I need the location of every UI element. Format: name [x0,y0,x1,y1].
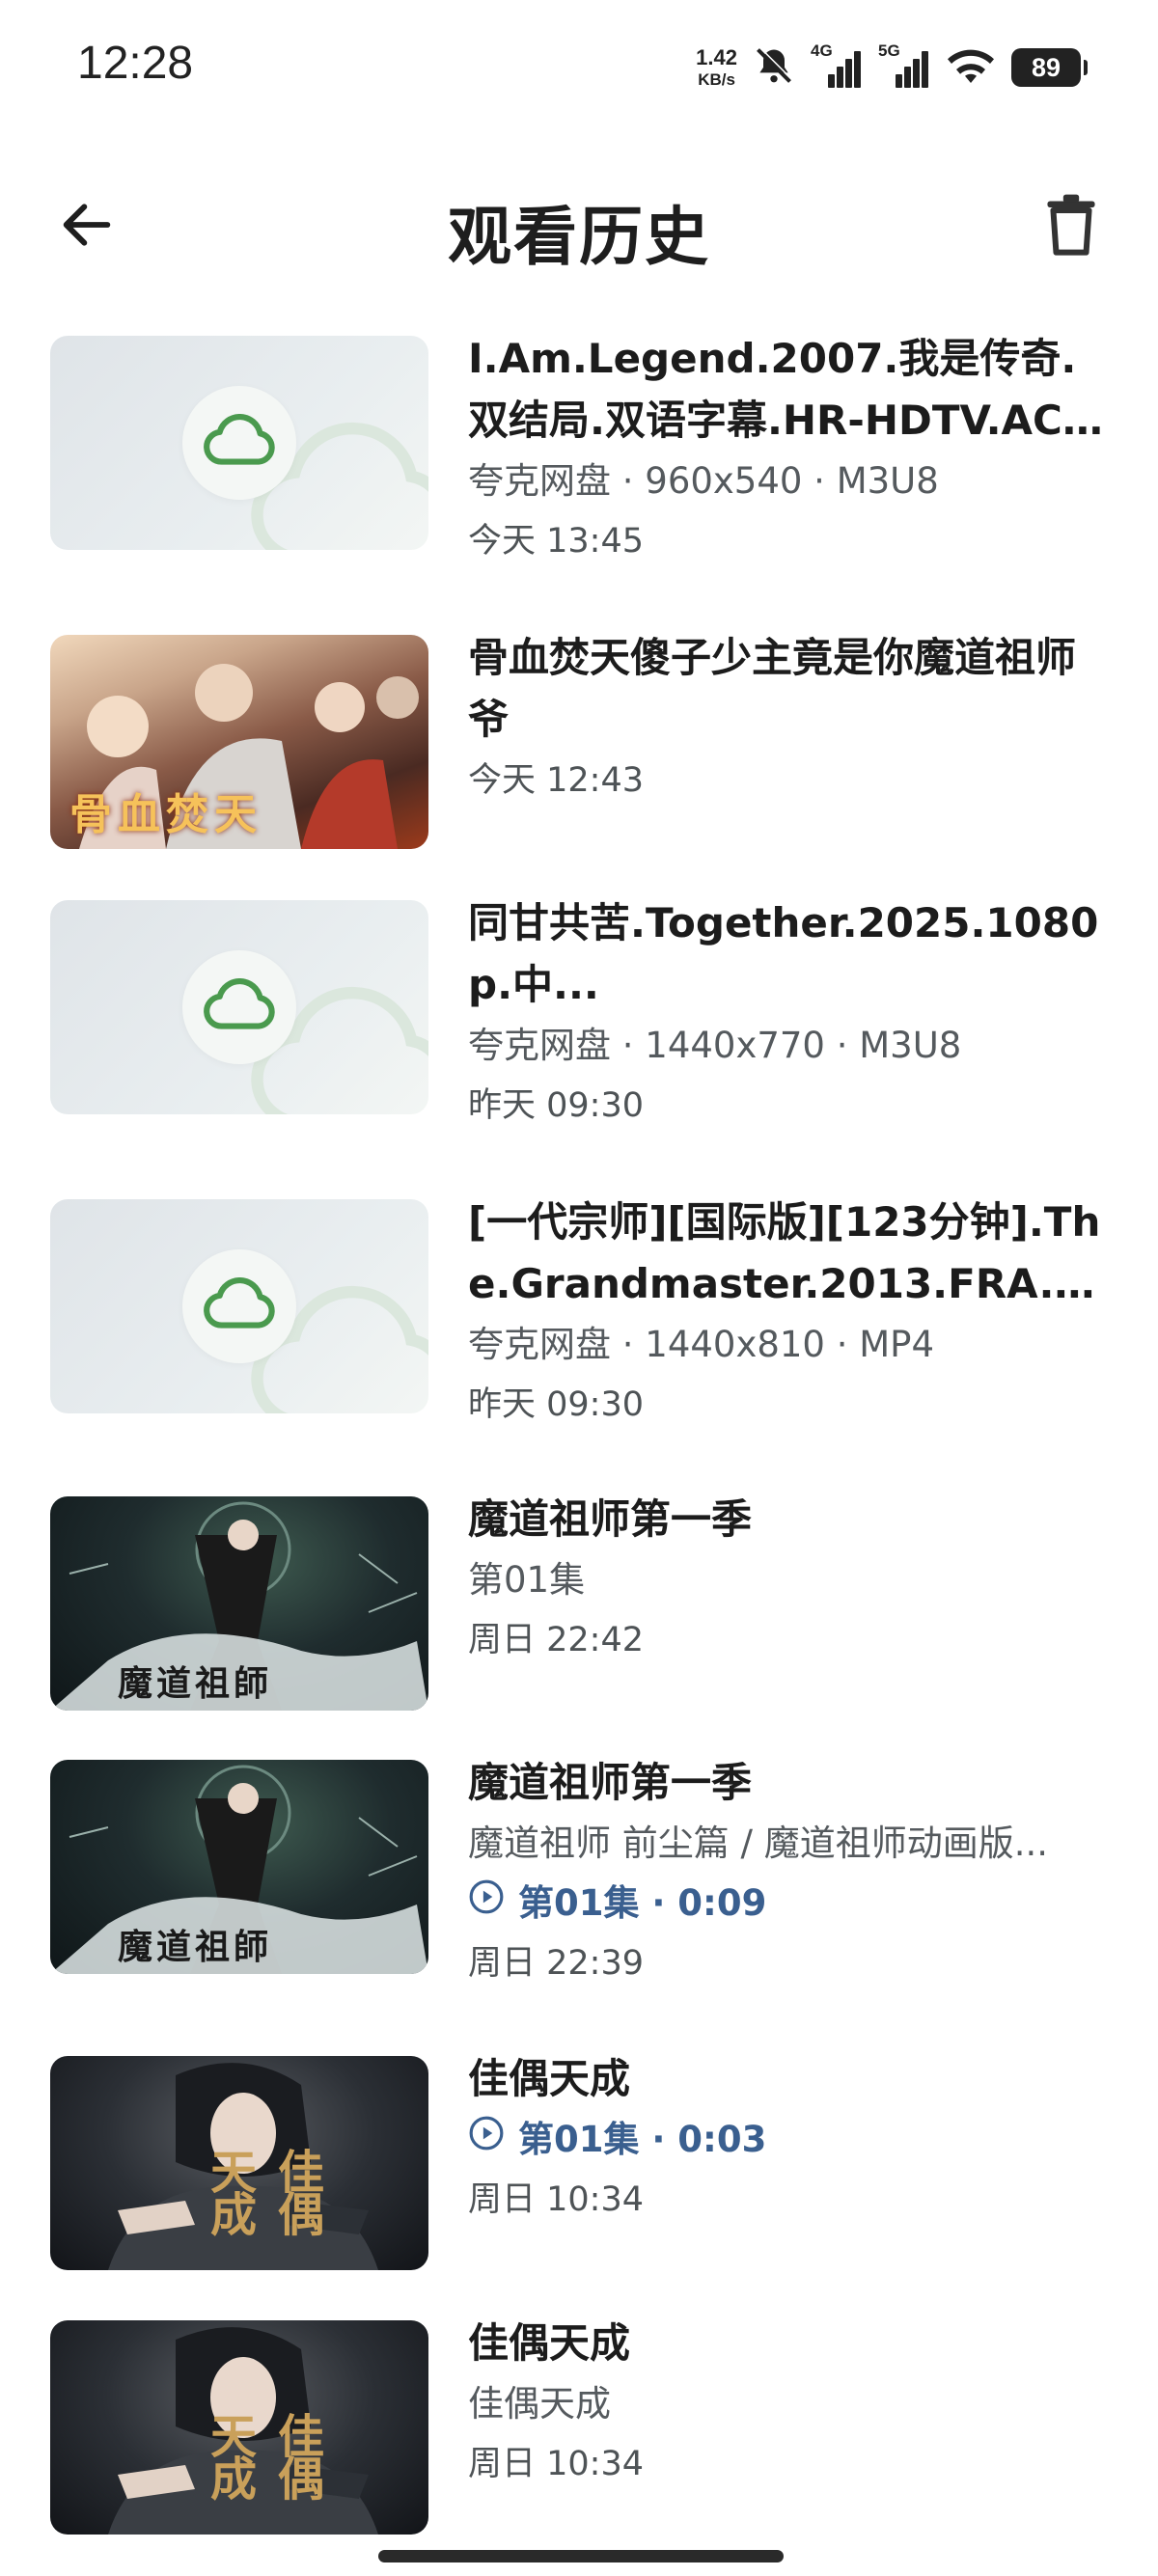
item-title: 骨血焚天傻子少主竟是你魔道祖师爷 [468,634,1077,743]
item-meta: 夸克网盘 · 1440x770 · M3U8 [468,1025,962,1066]
poster-title: 魔道祖師 [118,1663,273,1704]
home-indicator[interactable] [378,2550,784,2562]
item-date: 昨天 09:30 [468,1385,644,1424]
cloud-icon [204,1277,275,1335]
item-info: 佳偶天成 第01集 · 0:03 周日 10:34 [468,2048,1115,2230]
episode-progress[interactable]: 第01集 · 0:03 [468,2110,1115,2170]
item-title: I.Am.Legend.2007.我是传奇.双结局.双语字幕.HR-HDTV.A… [468,335,1077,444]
item-info: 魔道祖师第一季 第01集 周日 22:42 [468,1489,1115,1670]
item-date: 周日 10:34 [468,2445,644,2483]
video-thumbnail: 魔道祖師 [50,1760,428,1974]
history-item[interactable]: 同甘共苦.Together.2025.1080p.中... 夸克网盘 · 144… [0,892,1158,1125]
cloud-icon [204,414,275,472]
video-thumbnail [50,1199,428,1413]
poster-title: 魔道祖師 [118,1927,273,1967]
cloud-badge [182,950,296,1064]
video-thumbnail [50,900,428,1114]
episode-label: 第01集 · 0:09 [518,1882,767,1924]
item-info: [一代宗师][国际版][123分钟].The.Grandmaster.2013.… [468,1192,1115,1435]
item-title: 佳偶天成 [468,2055,631,2102]
cloud-icon [204,978,275,1036]
app-bar: 观看历史 [0,164,1158,289]
video-thumbnail: 佳偶天成 [50,2056,428,2270]
video-thumbnail: 骨血焚天 [50,635,428,849]
battery-icon: 89 [1011,48,1088,87]
signal-sim2-icon: 5G [878,41,930,90]
poster-title: 佳偶天成 [202,2412,323,2497]
play-circle-icon [468,1874,505,1933]
video-thumbnail: 魔道祖師 [50,1496,428,1711]
network-speed: 1.42 KB/s [696,45,737,89]
play-circle-icon [468,2110,505,2170]
episode-progress[interactable]: 第01集 · 0:09 [468,1874,1115,1933]
history-item[interactable]: 魔道祖師 魔道祖师第一季 第01集 周日 22:42 [0,1489,1158,1720]
item-info: 魔道祖师第一季 魔道祖师 前尘篇 / 魔道祖师动画版... 第01集 · 0:0… [468,1752,1115,1993]
history-item[interactable]: 魔道祖師 魔道祖师第一季 魔道祖师 前尘篇 / 魔道祖师动画版... 第01集 … [0,1752,1158,1984]
delete-history-button[interactable] [1033,188,1110,265]
item-meta: 夸克网盘 · 960x540 · M3U8 [468,460,939,502]
item-date: 周日 22:39 [468,1944,644,1983]
item-date: 今天 13:45 [468,522,644,561]
network-speed-value: 1.42 [696,45,737,69]
sim1-label: 4G [811,41,833,60]
trash-icon [1042,193,1100,260]
page-title: 观看历史 [448,200,710,274]
item-date: 周日 22:42 [468,1621,644,1659]
history-item[interactable]: [一代宗师][国际版][123分钟].The.Grandmaster.2013.… [0,1192,1158,1424]
video-thumbnail: 佳偶天成 [50,2320,428,2535]
item-info: I.Am.Legend.2007.我是传奇.双结局.双语字幕.HR-HDTV.A… [468,328,1115,571]
video-thumbnail [50,336,428,550]
history-item[interactable]: 佳偶天成 佳偶天成 第01集 · 0:03 周日 10:34 [0,2048,1158,2280]
item-date: 今天 12:43 [468,761,644,800]
sim2-label: 5G [878,41,900,60]
status-icons: 1.42 KB/s 4G 5G 89 [696,39,1088,96]
episode-label: 第01集 · 0:03 [518,2119,767,2160]
item-title: [一代宗师][国际版][123分钟].The.Grandmaster.2013.… [468,1198,1101,1307]
poster-title: 骨血焚天 [69,790,262,839]
item-date: 昨天 09:30 [468,1086,644,1125]
item-info: 佳偶天成 佳偶天成 周日 10:34 [468,2313,1115,2494]
item-title: 魔道祖师第一季 [468,1759,753,1806]
status-bar: 12:28 1.42 KB/s 4G 5G 89 [0,0,1158,135]
item-meta: 佳偶天成 [468,2383,611,2425]
item-meta: 第01集 [468,1559,586,1601]
cloud-badge [182,386,296,500]
item-meta: 夸克网盘 · 1440x810 · MP4 [468,1324,935,1365]
item-info: 骨血焚天傻子少主竟是你魔道祖师爷 今天 12:43 [468,627,1115,810]
wifi-icon [946,44,996,91]
network-speed-unit: KB/s [698,70,735,89]
status-time: 12:28 [77,38,194,89]
history-item[interactable]: 佳偶天成 佳偶天成 佳偶天成 周日 10:34 [0,2313,1158,2544]
item-title: 佳偶天成 [468,2319,631,2367]
item-title: 同甘共苦.Together.2025.1080p.中... [468,899,1099,1008]
history-item[interactable]: 骨血焚天 骨血焚天傻子少主竟是你魔道祖师爷 今天 12:43 [0,627,1158,859]
bell-muted-icon [753,44,795,91]
poster-title: 佳偶天成 [202,2148,323,2233]
history-item[interactable]: I.Am.Legend.2007.我是传奇.双结局.双语字幕.HR-HDTV.A… [0,328,1158,561]
cloud-badge [182,1249,296,1363]
item-title: 魔道祖师第一季 [468,1495,753,1543]
signal-sim1-icon: 4G [811,41,863,90]
item-info: 同甘共苦.Together.2025.1080p.中... 夸克网盘 · 144… [468,892,1115,1136]
item-meta: 魔道祖师 前尘篇 / 魔道祖师动画版... [468,1822,1049,1864]
item-date: 周日 10:34 [468,2180,644,2219]
